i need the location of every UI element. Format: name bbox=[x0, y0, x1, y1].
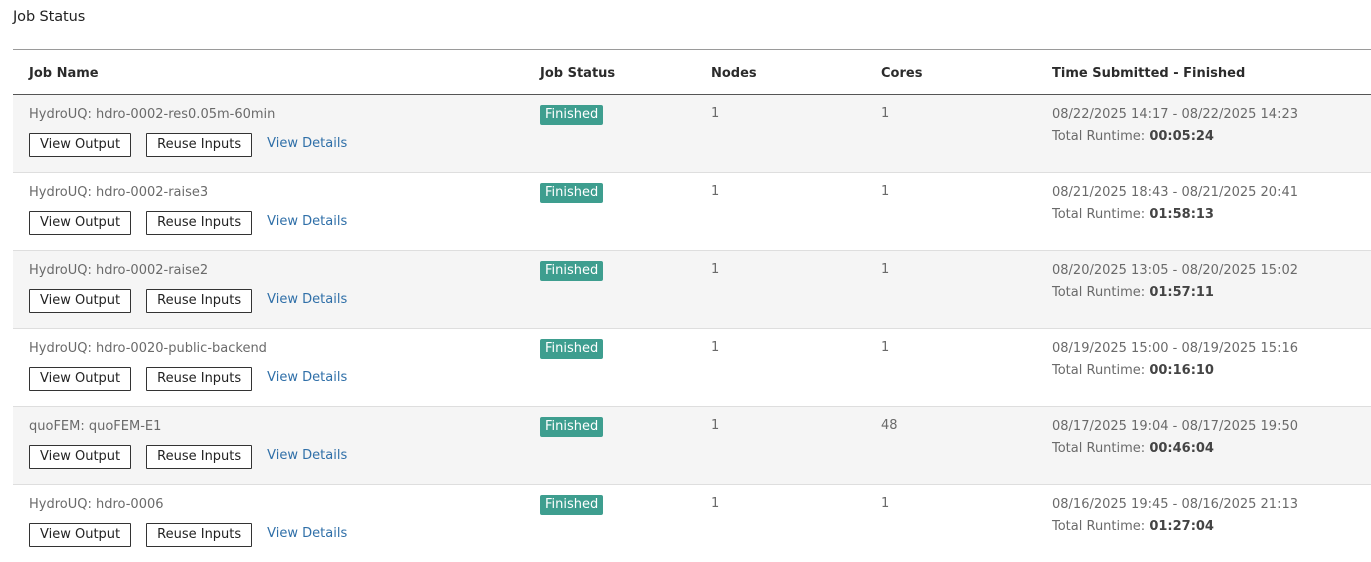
view-details-link[interactable]: View Details bbox=[267, 136, 347, 151]
cores-value: 1 bbox=[881, 105, 890, 121]
view-details-link[interactable]: View Details bbox=[267, 214, 347, 229]
table-row: HydroUQ: hdro-0002-raise2 View Output Re… bbox=[13, 249, 1371, 328]
time-range: 08/17/2025 19:04 - 08/17/2025 19:50 bbox=[1052, 418, 1299, 434]
runtime-value: 01:57:11 bbox=[1149, 284, 1214, 300]
nodes-value: 1 bbox=[711, 261, 720, 277]
runtime-value: 00:05:24 bbox=[1149, 128, 1214, 144]
runtime-label: Total Runtime: bbox=[1052, 518, 1146, 534]
view-output-button[interactable]: View Output bbox=[29, 522, 132, 547]
view-details-link[interactable]: View Details bbox=[267, 448, 347, 463]
nodes-value: 1 bbox=[711, 339, 720, 355]
total-runtime: Total Runtime: 01:27:04 bbox=[1052, 518, 1371, 536]
view-details-link[interactable]: View Details bbox=[267, 526, 347, 541]
reuse-inputs-button[interactable]: Reuse Inputs bbox=[146, 210, 253, 235]
time-range: 08/22/2025 14:17 - 08/22/2025 14:23 bbox=[1052, 106, 1299, 122]
reuse-inputs-button[interactable]: Reuse Inputs bbox=[146, 132, 253, 157]
nodes-value: 1 bbox=[711, 105, 720, 121]
status-badge: Finished bbox=[540, 260, 604, 281]
table-row: HydroUQ: hdro-0002-res0.05m-60min View O… bbox=[13, 94, 1371, 172]
total-runtime: Total Runtime: 01:58:13 bbox=[1052, 206, 1371, 224]
runtime-label: Total Runtime: bbox=[1052, 128, 1146, 144]
status-badge: Finished bbox=[540, 416, 604, 437]
total-runtime: Total Runtime: 00:16:10 bbox=[1052, 362, 1371, 380]
view-details-link[interactable]: View Details bbox=[267, 370, 347, 385]
nodes-value: 1 bbox=[711, 183, 720, 199]
view-output-button[interactable]: View Output bbox=[29, 132, 132, 157]
total-runtime: Total Runtime: 00:05:24 bbox=[1052, 128, 1371, 146]
cores-value: 1 bbox=[881, 339, 890, 355]
job-status-table: Job Name Job Status Nodes Cores Time Sub… bbox=[13, 50, 1371, 562]
column-header-job-status: Job Status bbox=[525, 50, 696, 95]
status-badge: Finished bbox=[540, 182, 604, 203]
time-range: 08/16/2025 19:45 - 08/16/2025 21:13 bbox=[1052, 496, 1299, 512]
view-output-button[interactable]: View Output bbox=[29, 366, 132, 391]
job-name: HydroUQ: hdro-0020-public-backend bbox=[29, 340, 267, 356]
view-details-link[interactable]: View Details bbox=[267, 292, 347, 307]
cores-value: 48 bbox=[881, 417, 898, 433]
cores-value: 1 bbox=[881, 183, 890, 199]
table-row: HydroUQ: hdro-0020-public-backend View O… bbox=[13, 327, 1371, 406]
column-header-nodes: Nodes bbox=[696, 50, 866, 95]
view-output-button[interactable]: View Output bbox=[29, 210, 132, 235]
total-runtime: Total Runtime: 01:57:11 bbox=[1052, 284, 1371, 302]
table-row: quoFEM: quoFEM-E1 View Output Reuse Inpu… bbox=[13, 405, 1371, 484]
nodes-value: 1 bbox=[711, 417, 720, 433]
page-title: Job Status bbox=[13, 9, 86, 25]
runtime-value: 00:46:04 bbox=[1149, 440, 1214, 456]
column-header-time: Time Submitted - Finished bbox=[1037, 50, 1371, 95]
reuse-inputs-button[interactable]: Reuse Inputs bbox=[146, 444, 253, 469]
runtime-label: Total Runtime: bbox=[1052, 206, 1146, 222]
runtime-label: Total Runtime: bbox=[1052, 284, 1146, 300]
status-badge: Finished bbox=[540, 338, 604, 359]
time-range: 08/20/2025 13:05 - 08/20/2025 15:02 bbox=[1052, 262, 1299, 278]
reuse-inputs-button[interactable]: Reuse Inputs bbox=[146, 366, 253, 391]
cores-value: 1 bbox=[881, 495, 890, 511]
status-badge: Finished bbox=[540, 494, 604, 515]
table-row: HydroUQ: hdro-0006 View Output Reuse Inp… bbox=[13, 483, 1371, 562]
time-range: 08/19/2025 15:00 - 08/19/2025 15:16 bbox=[1052, 340, 1299, 356]
nodes-value: 1 bbox=[711, 495, 720, 511]
runtime-value: 01:27:04 bbox=[1149, 518, 1214, 534]
column-header-job-name: Job Name bbox=[13, 50, 525, 95]
runtime-label: Total Runtime: bbox=[1052, 440, 1146, 456]
runtime-value: 01:58:13 bbox=[1149, 206, 1214, 222]
job-name: HydroUQ: hdro-0006 bbox=[29, 496, 164, 512]
column-header-cores: Cores bbox=[866, 50, 1037, 95]
table-row: HydroUQ: hdro-0002-raise3 View Output Re… bbox=[13, 171, 1371, 250]
cores-value: 1 bbox=[881, 261, 890, 277]
job-name: HydroUQ: hdro-0002-raise3 bbox=[29, 184, 209, 200]
status-badge: Finished bbox=[540, 104, 604, 125]
job-name: quoFEM: quoFEM-E1 bbox=[29, 418, 162, 434]
job-name: HydroUQ: hdro-0002-res0.05m-60min bbox=[29, 106, 276, 122]
runtime-value: 00:16:10 bbox=[1149, 362, 1214, 378]
time-range: 08/21/2025 18:43 - 08/21/2025 20:41 bbox=[1052, 184, 1299, 200]
reuse-inputs-button[interactable]: Reuse Inputs bbox=[146, 522, 253, 547]
table-header-row: Job Name Job Status Nodes Cores Time Sub… bbox=[13, 50, 1371, 95]
reuse-inputs-button[interactable]: Reuse Inputs bbox=[146, 288, 253, 313]
view-output-button[interactable]: View Output bbox=[29, 444, 132, 469]
view-output-button[interactable]: View Output bbox=[29, 288, 132, 313]
job-name: HydroUQ: hdro-0002-raise2 bbox=[29, 262, 209, 278]
runtime-label: Total Runtime: bbox=[1052, 362, 1146, 378]
total-runtime: Total Runtime: 00:46:04 bbox=[1052, 440, 1371, 458]
